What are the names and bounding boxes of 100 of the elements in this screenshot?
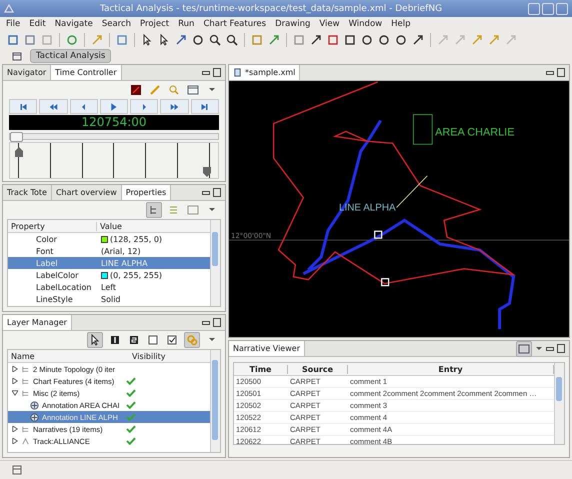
- checkmark-icon[interactable]: [126, 389, 136, 397]
- property-row[interactable]: LineStyle Solid: [8, 293, 210, 305]
- checkmark-icon[interactable]: [126, 377, 136, 385]
- minimize-button[interactable]: [202, 70, 210, 74]
- perspective-button[interactable]: Tactical Analysis: [30, 48, 112, 62]
- minimize-button[interactable]: [546, 70, 554, 74]
- property-name: Font: [35, 246, 54, 256]
- number-two-icon[interactable]: [127, 333, 141, 347]
- property-value: LINE ALPHA: [101, 258, 148, 268]
- panel-tab[interactable]: Time Controller: [51, 65, 122, 80]
- property-value: (128, 255, 0): [110, 234, 162, 244]
- maximize-button[interactable]: [213, 188, 221, 197]
- panel-tab[interactable]: Properties: [122, 185, 172, 200]
- annotation-icon: [30, 412, 39, 422]
- property-row[interactable]: LabelColor (0, 255, 255): [8, 269, 210, 281]
- column-header[interactable]: Property: [8, 222, 97, 230]
- property-value: (0, 255, 255): [110, 270, 162, 280]
- close-button[interactable]: [556, 2, 568, 14]
- range-end-marker[interactable]: [202, 167, 212, 177]
- menu-item[interactable]: File: [6, 18, 20, 28]
- maximize-button[interactable]: [557, 68, 565, 77]
- panel-tab[interactable]: Layer Manager: [3, 315, 72, 330]
- window-icon[interactable]: [186, 83, 200, 97]
- menu-item[interactable]: Drawing: [275, 18, 310, 28]
- line-icon[interactable]: [309, 32, 323, 46]
- scrollbar[interactable]: [554, 363, 564, 444]
- menu-item[interactable]: Window: [348, 18, 382, 28]
- maximize-button[interactable]: [557, 344, 565, 353]
- layer-icon: [21, 424, 30, 434]
- checked-checkbox-icon[interactable]: [165, 333, 179, 347]
- scrollbar[interactable]: [210, 220, 220, 306]
- checkmark-icon[interactable]: [126, 425, 136, 433]
- ellipse-icon[interactable]: [360, 32, 374, 46]
- layer-icon: [21, 376, 30, 386]
- editor-tab[interactable]: *sample.xml: [229, 65, 300, 80]
- menu-item[interactable]: Chart Features: [203, 18, 266, 28]
- track-icon: [21, 436, 30, 446]
- layer-icon: [21, 388, 30, 398]
- area-rectangle: [412, 114, 433, 145]
- collapse-icon[interactable]: [12, 390, 18, 396]
- property-value: Left: [101, 282, 116, 292]
- checkmark-icon[interactable]: [126, 401, 136, 409]
- annotation-line: [396, 176, 428, 208]
- zoom-out-icon[interactable]: [225, 32, 239, 46]
- column-header[interactable]: Name: [8, 352, 129, 360]
- menu-item[interactable]: Edit: [29, 18, 46, 28]
- column-header[interactable]: Value: [97, 222, 122, 230]
- checkmark-icon[interactable]: [126, 413, 136, 421]
- property-value: (Arial, 12): [101, 246, 141, 256]
- pointer-icon[interactable]: [87, 332, 103, 348]
- column-header[interactable]: Source: [288, 364, 348, 374]
- window-title: Tactical Analysis - tes/runtime-workspace/test_data/sample.xml - DebriefNG: [98, 4, 444, 14]
- position-marker: [381, 278, 390, 286]
- property-name: Label: [35, 258, 59, 268]
- checkmark-icon[interactable]: [126, 437, 136, 445]
- fast-forward-button[interactable]: [160, 99, 189, 114]
- circle-icon[interactable]: [394, 32, 408, 46]
- zoom-in-icon[interactable]: [208, 32, 222, 46]
- number-one-icon[interactable]: [108, 333, 122, 347]
- document-icon: [233, 68, 242, 77]
- fast-back-button[interactable]: [39, 99, 68, 114]
- window-icon[interactable]: [516, 341, 532, 356]
- minimize-button[interactable]: [202, 190, 210, 194]
- menu-item[interactable]: Project: [140, 18, 170, 28]
- maximize-button[interactable]: [213, 318, 221, 327]
- panel-tab[interactable]: Track Tote: [3, 185, 52, 200]
- minimize-button[interactable]: [546, 346, 554, 350]
- fast-view-icon[interactable]: [10, 463, 24, 477]
- panel-tab[interactable]: Narrative Viewer: [229, 341, 305, 356]
- menu-item[interactable]: Help: [391, 18, 410, 28]
- menu-item[interactable]: Navigate: [54, 18, 93, 28]
- scrollbar[interactable]: [210, 350, 220, 452]
- menu-item[interactable]: View: [319, 18, 340, 28]
- time-slider[interactable]: [9, 133, 219, 140]
- property-name: LabelLocation: [35, 282, 92, 292]
- property-row[interactable]: Font (Arial, 12): [8, 245, 210, 257]
- property-row[interactable]: LabelLocation Left: [8, 281, 210, 293]
- tree-icon[interactable]: [146, 202, 162, 218]
- fast-back-icon: [48, 102, 58, 110]
- menu-item[interactable]: Search: [102, 18, 132, 28]
- checkbox-icon[interactable]: [146, 333, 160, 347]
- slider-thumb[interactable]: [10, 132, 23, 142]
- last-button[interactable]: [190, 99, 219, 114]
- position-marker: [374, 230, 382, 239]
- range-start-marker[interactable]: [14, 147, 24, 157]
- column-header[interactable]: Visibility: [129, 352, 166, 360]
- first-icon: [18, 102, 28, 110]
- menu-item[interactable]: Run: [178, 18, 194, 28]
- property-row[interactable]: Color (128, 255, 0): [8, 233, 210, 245]
- time-display: 120754:00: [9, 115, 219, 130]
- column-header[interactable]: Time: [234, 364, 288, 374]
- maximize-button[interactable]: [213, 68, 221, 77]
- annotation-icon: [30, 400, 39, 410]
- last-icon: [200, 102, 210, 110]
- minimize-button[interactable]: [202, 320, 210, 324]
- first-button[interactable]: [9, 99, 38, 114]
- rectangle-icon[interactable]: [343, 32, 357, 46]
- play-button[interactable]: [100, 99, 128, 114]
- layer-icon: [21, 364, 30, 374]
- property-name: LabelColor: [35, 270, 80, 280]
